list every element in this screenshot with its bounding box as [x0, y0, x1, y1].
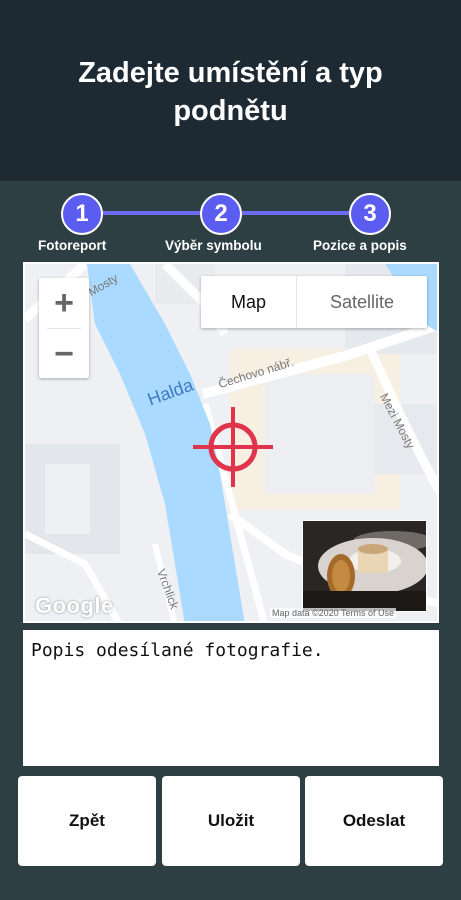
- save-button[interactable]: Uložit: [162, 776, 300, 866]
- back-button[interactable]: Zpět: [18, 776, 156, 866]
- crosshair-icon[interactable]: [193, 407, 273, 487]
- map-type-control: Map Satellite: [201, 276, 427, 328]
- zoom-controls: + −: [39, 278, 89, 378]
- photo-thumbnail[interactable]: [302, 520, 427, 612]
- step-line-2-3: [242, 211, 350, 215]
- stepper: 1 2 3 Fotoreport Výběr symbolu Pozice a …: [0, 181, 461, 261]
- map-type-map-button[interactable]: Map: [201, 276, 297, 328]
- google-logo: Google: [35, 593, 114, 618]
- photo-image: [303, 521, 426, 611]
- step-3-number: 3: [363, 200, 377, 227]
- step-3-circle[interactable]: 3: [349, 193, 391, 235]
- description-input[interactable]: [31, 640, 431, 756]
- step-2-label: Výběr symbolu: [165, 238, 262, 253]
- step-2-number: 2: [214, 200, 228, 227]
- step-1-label: Fotoreport: [38, 238, 107, 253]
- step-line-1-2: [102, 211, 202, 215]
- step-1-circle[interactable]: 1: [61, 193, 103, 235]
- step-1-number: 1: [75, 200, 89, 227]
- map-attribution[interactable]: Map data ©2020 Terms of Use: [270, 608, 397, 618]
- map-type-satellite-button[interactable]: Satellite: [297, 276, 427, 328]
- zoom-in-button[interactable]: +: [39, 278, 89, 328]
- header: Zadejte umístění a typ podnětu: [0, 0, 461, 181]
- zoom-out-button[interactable]: −: [39, 329, 89, 379]
- map-view[interactable]: Mosty Halda Čechovo nábř. Mezi Mosty Vrc…: [23, 262, 439, 623]
- send-button[interactable]: Odeslat: [305, 776, 443, 866]
- step-2-circle[interactable]: 2: [200, 193, 242, 235]
- step-3-label: Pozice a popis: [313, 238, 407, 253]
- page-title: Zadejte umístění a typ podnětu: [78, 56, 383, 127]
- description-box: [23, 630, 439, 766]
